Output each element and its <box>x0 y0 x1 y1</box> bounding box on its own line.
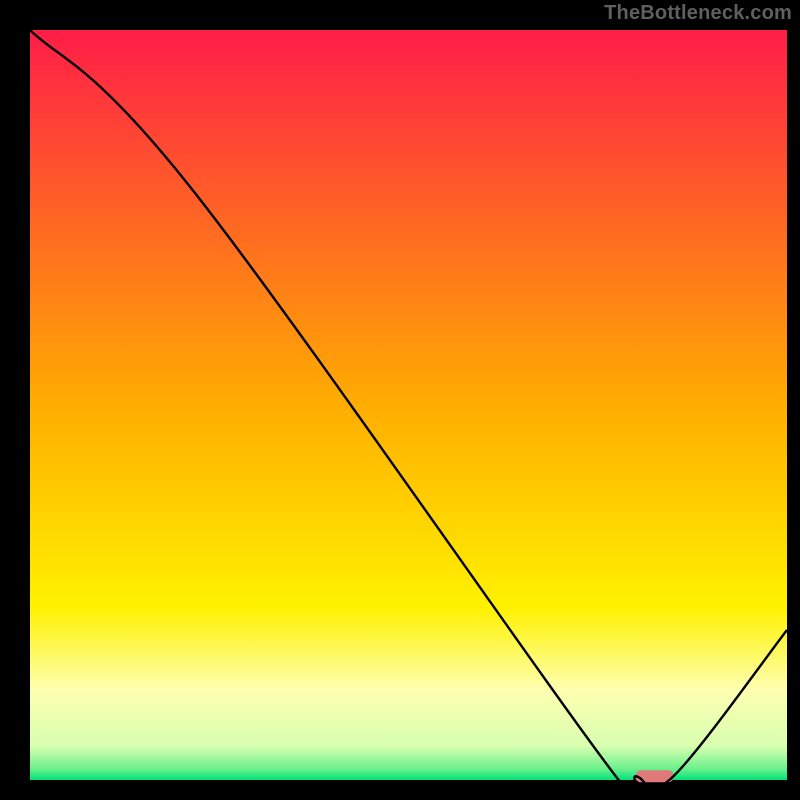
bottleneck-chart <box>0 0 800 800</box>
chart-container: TheBottleneck.com <box>0 0 800 800</box>
plot-background <box>30 30 787 780</box>
watermark-label: TheBottleneck.com <box>604 2 792 25</box>
